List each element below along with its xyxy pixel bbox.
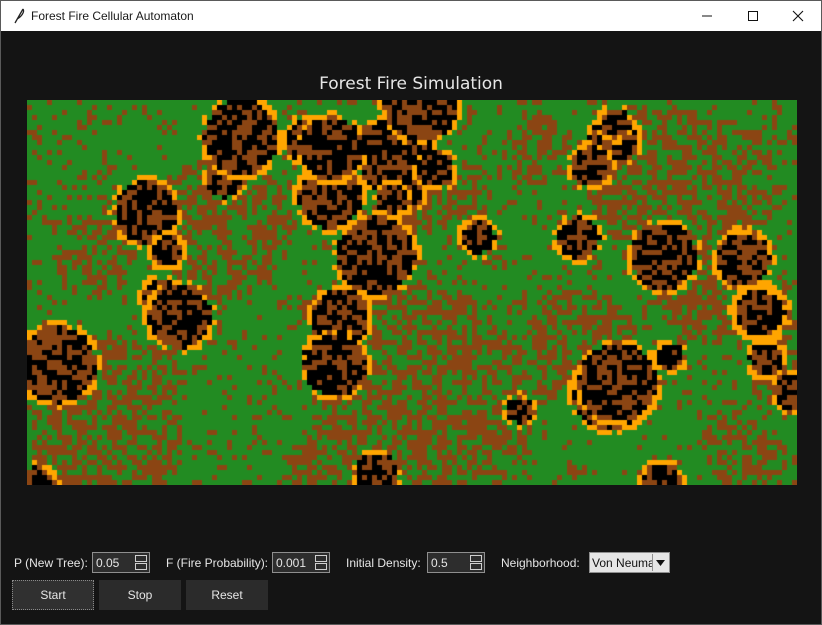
forest-grid-canvas[interactable] bbox=[27, 100, 797, 485]
fire-probability-input[interactable] bbox=[274, 554, 314, 571]
maximize-icon bbox=[748, 11, 758, 21]
spin-down-icon[interactable] bbox=[135, 563, 147, 570]
p-new-tree-label: P (New Tree): bbox=[14, 556, 88, 570]
minimize-button[interactable] bbox=[684, 1, 730, 31]
p-new-tree-input[interactable] bbox=[94, 554, 134, 571]
spin-up-icon[interactable] bbox=[315, 555, 327, 562]
feather-icon bbox=[12, 8, 26, 24]
stop-button[interactable]: Stop bbox=[99, 580, 181, 610]
maximize-button[interactable] bbox=[730, 1, 776, 31]
neighborhood-select[interactable]: Von Neumann bbox=[589, 552, 670, 573]
minimize-icon bbox=[702, 15, 712, 17]
simulation-heading: Forest Fire Simulation bbox=[319, 74, 503, 94]
fire-probability-spinbox[interactable] bbox=[272, 552, 330, 573]
spin-down-icon[interactable] bbox=[470, 563, 482, 570]
neighborhood-value: Von Neumann bbox=[592, 556, 654, 570]
title-bar[interactable]: Forest Fire Cellular Automaton bbox=[1, 1, 821, 31]
spin-down-icon[interactable] bbox=[315, 563, 327, 570]
start-button[interactable]: Start bbox=[12, 580, 94, 610]
initial-density-label: Initial Density: bbox=[346, 556, 421, 570]
initial-density-spinbox[interactable] bbox=[427, 552, 485, 573]
spin-up-icon[interactable] bbox=[135, 555, 147, 562]
close-icon bbox=[792, 10, 804, 22]
spin-up-icon[interactable] bbox=[470, 555, 482, 562]
initial-density-input[interactable] bbox=[429, 554, 469, 571]
dropdown-button[interactable] bbox=[652, 554, 668, 571]
fire-probability-label: F (Fire Probability): bbox=[166, 556, 269, 570]
reset-button[interactable]: Reset bbox=[186, 580, 268, 610]
close-button[interactable] bbox=[775, 1, 821, 31]
app-window: Forest Fire Cellular Automaton Forest Fi… bbox=[0, 0, 822, 625]
p-new-tree-spinbox[interactable] bbox=[92, 552, 150, 573]
neighborhood-label: Neighborhood: bbox=[501, 556, 580, 570]
chevron-down-icon bbox=[656, 560, 665, 566]
window-title: Forest Fire Cellular Automaton bbox=[31, 9, 194, 23]
